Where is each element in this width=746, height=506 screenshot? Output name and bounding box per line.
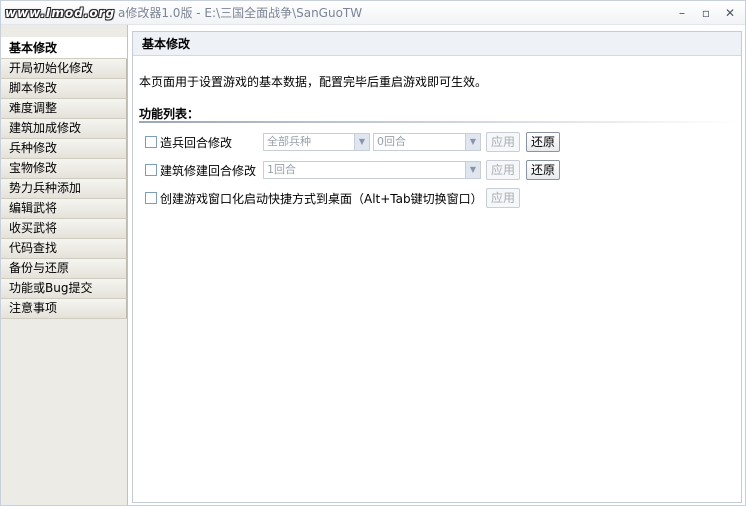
recruit-turns-apply-button[interactable]: 应用 <box>486 132 520 152</box>
build-turns-checkbox[interactable] <box>145 164 157 176</box>
sidebar-item-bribe-generals[interactable]: 收买武将 <box>1 219 127 239</box>
sidebar-item-code-search[interactable]: 代码查找 <box>1 239 127 259</box>
recruit-turns-label: 造兵回合修改 <box>160 136 233 150</box>
recruit-turns-checkbox[interactable] <box>145 136 157 148</box>
sidebar-top-strip <box>1 25 127 37</box>
chevron-down-icon: ▼ <box>354 134 369 150</box>
title-logo: www.Imod.org <box>5 6 116 20</box>
shortcut-label: 创建游戏窗口化启动快捷方式到桌面（Alt+Tab键切换窗口） <box>160 192 483 206</box>
sidebar-item-notes[interactable]: 注意事项 <box>1 299 127 319</box>
option-row-build-turns: 建筑修建回合修改 1回合 ▼ 应用 还原 <box>133 159 741 181</box>
window-title: a修改器1.0版 - E:\三国全面战争\SanGuoTW <box>118 6 363 20</box>
page-title: 基本修改 <box>133 32 741 56</box>
option-row-shortcut: 创建游戏窗口化启动快捷方式到桌面（Alt+Tab键切换窗口） 应用 <box>133 187 741 209</box>
sidebar: 基本修改 开局初始化修改 脚本修改 难度调整 建筑加成修改 兵种修改 宝物修改 … <box>1 25 128 505</box>
chevron-down-icon: ▼ <box>465 134 480 150</box>
sidebar-item-treasure[interactable]: 宝物修改 <box>1 159 127 179</box>
sidebar-item-faction-units[interactable]: 势力兵种添加 <box>1 179 127 199</box>
chevron-down-icon: ▼ <box>465 162 480 178</box>
sidebar-item-difficulty[interactable]: 难度调整 <box>1 99 127 119</box>
unit-type-select[interactable]: 全部兵种 ▼ <box>263 133 370 151</box>
build-turns-select[interactable]: 1回合 ▼ <box>263 161 481 179</box>
shortcut-checkbox[interactable] <box>145 192 157 204</box>
sidebar-item-initial[interactable]: 开局初始化修改 <box>1 59 127 79</box>
sidebar-item-feedback[interactable]: 功能或Bug提交 <box>1 279 127 299</box>
shortcut-apply-button[interactable]: 应用 <box>486 188 520 208</box>
build-turns-label: 建筑修建回合修改 <box>160 164 257 178</box>
option-row-recruit-turns: 造兵回合修改 全部兵种 ▼ 0回合 ▼ 应用 还原 <box>133 131 741 153</box>
sidebar-item-backup[interactable]: 备份与还原 <box>1 259 127 279</box>
recruit-turns-restore-button[interactable]: 还原 <box>526 132 560 152</box>
close-icon[interactable]: ✕ <box>721 5 739 21</box>
title-bar[interactable]: www.Imod.org a修改器1.0版 - E:\三国全面战争\SanGuo… <box>1 1 745 25</box>
page-description: 本页面用于设置游戏的基本数据，配置完毕后重启游戏即可生效。 <box>139 75 488 89</box>
sidebar-item-units[interactable]: 兵种修改 <box>1 139 127 159</box>
section-divider <box>139 121 739 123</box>
build-turns-restore-button[interactable]: 还原 <box>526 160 560 180</box>
recruit-turns-select[interactable]: 0回合 ▼ <box>373 133 481 151</box>
sidebar-item-script[interactable]: 脚本修改 <box>1 79 127 99</box>
build-turns-select-value: 1回合 <box>267 163 296 176</box>
build-turns-apply-button[interactable]: 应用 <box>486 160 520 180</box>
main-panel: 基本修改 本页面用于设置游戏的基本数据，配置完毕后重启游戏即可生效。 功能列表：… <box>132 31 742 503</box>
minimize-icon[interactable]: – <box>673 5 691 21</box>
sidebar-item-basic[interactable]: 基本修改 <box>1 37 127 59</box>
app-window: www.Imod.org a修改器1.0版 - E:\三国全面战争\SanGuo… <box>0 0 746 506</box>
recruit-turns-select-value: 0回合 <box>377 135 406 148</box>
maximize-icon[interactable]: ▫ <box>697 5 715 21</box>
section-title: 功能列表： <box>139 107 200 121</box>
sidebar-item-edit-generals[interactable]: 编辑武将 <box>1 199 127 219</box>
unit-type-select-value: 全部兵种 <box>267 135 311 148</box>
sidebar-item-building-bonus[interactable]: 建筑加成修改 <box>1 119 127 139</box>
